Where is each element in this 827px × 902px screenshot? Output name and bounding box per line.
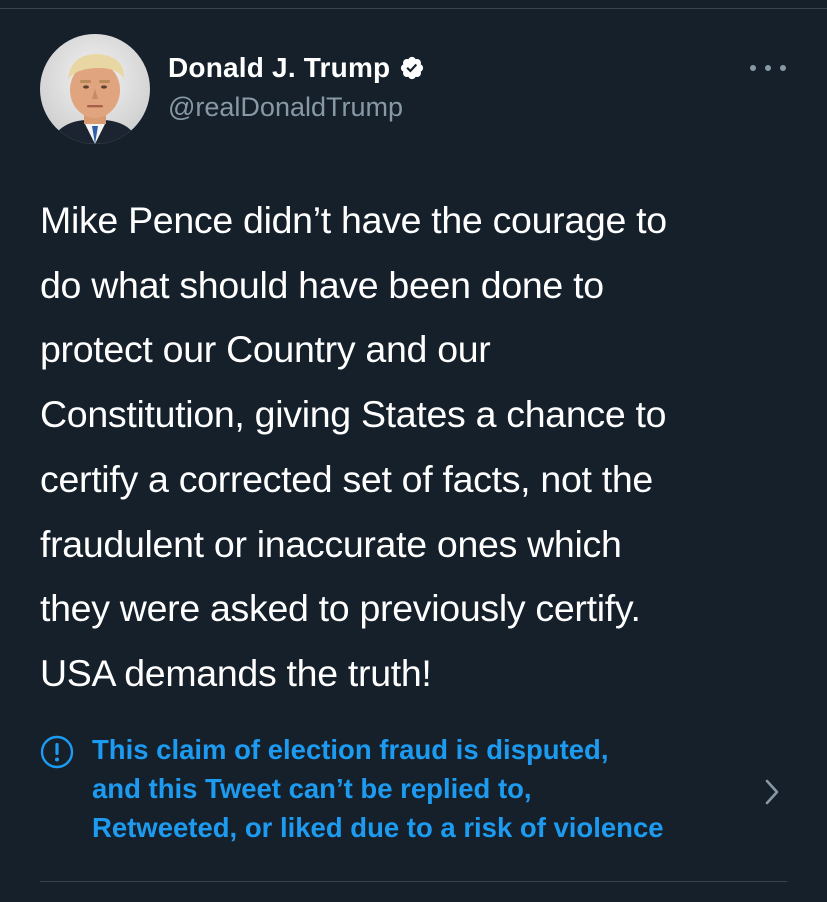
disputed-claim-notice[interactable]: This claim of election fraud is disputed… [40, 730, 800, 850]
author-name-row[interactable]: Donald J. Trump [168, 50, 425, 86]
more-dot [780, 65, 786, 71]
more-dot [750, 65, 756, 71]
author-handle[interactable]: @realDonaldTrump [168, 92, 403, 123]
notice-text[interactable]: This claim of election fraud is disputed… [92, 730, 772, 847]
more-dot [765, 65, 771, 71]
chevron-right-icon[interactable] [762, 777, 782, 807]
author-display-name[interactable]: Donald J. Trump [168, 52, 390, 84]
profile-photo-icon [40, 34, 150, 144]
exclamation-circle-icon [40, 735, 74, 769]
verified-badge-icon [399, 55, 425, 81]
bottom-divider [40, 881, 787, 882]
tweet-text: Mike Pence didn’t have the courage to do… [40, 199, 667, 694]
avatar[interactable] [40, 34, 150, 144]
top-divider [0, 8, 827, 9]
more-options-icon[interactable] [750, 58, 786, 78]
